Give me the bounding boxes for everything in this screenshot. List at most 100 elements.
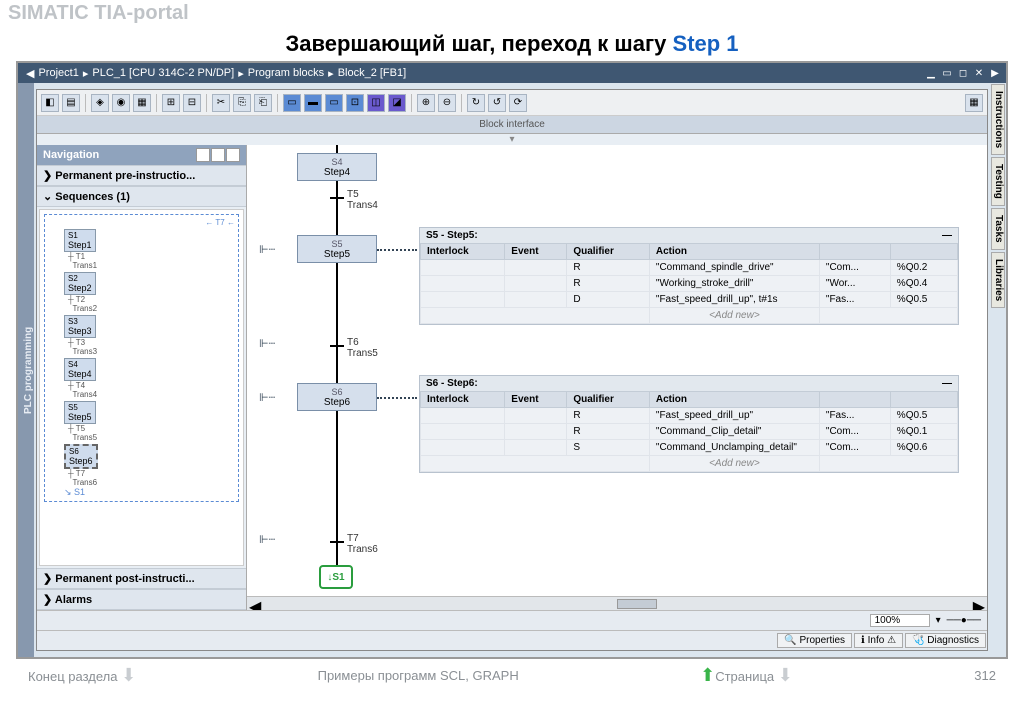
bc-1[interactable]: PLC_1 [CPU 314C-2 PN/DP] bbox=[92, 67, 234, 79]
step-s4[interactable]: S4Step4 bbox=[297, 153, 377, 181]
detail-s5: S5 - Step5:— InterlockEventQualifierActi… bbox=[419, 227, 959, 325]
nav-alarms[interactable]: ❯ Alarms bbox=[37, 589, 246, 610]
graph-area[interactable]: S4Step4 T5Trans4 S5Step5 ⊩┄ T6Trans5 bbox=[247, 145, 987, 610]
maximize-icon[interactable]: ◻ bbox=[956, 66, 970, 80]
bc-2[interactable]: Program blocks bbox=[248, 67, 324, 79]
right-arrow-icon[interactable]: ▶ bbox=[988, 66, 1002, 80]
bc-3[interactable]: Block_2 [FB1] bbox=[338, 67, 406, 79]
tb-icon[interactable]: ▭ bbox=[325, 94, 343, 112]
content-split: Navigation ⊕ ⊖ ⌄ ❯ Permanent pre-instruc… bbox=[37, 145, 987, 610]
zoom-menu-icon[interactable]: ⌄ bbox=[226, 148, 240, 162]
bc-0[interactable]: Project1 bbox=[38, 67, 78, 79]
tab-info[interactable]: ℹ Info ⚠ bbox=[854, 633, 903, 648]
tb-icon[interactable]: ▭ bbox=[283, 94, 301, 112]
zoom-out-icon[interactable]: ⊖ bbox=[211, 148, 225, 162]
tb-icon[interactable]: ⊟ bbox=[183, 94, 201, 112]
close-icon[interactable]: ✕ bbox=[972, 66, 986, 80]
footer-left: Конец раздела bbox=[28, 669, 117, 684]
jump-s1[interactable]: ↓S1 bbox=[319, 565, 353, 589]
step-s5[interactable]: S5Step5 bbox=[297, 235, 377, 263]
tb-icon[interactable]: ⊡ bbox=[346, 94, 364, 112]
step-s6[interactable]: S6Step6 bbox=[297, 383, 377, 411]
tb-icon[interactable]: ◫ bbox=[367, 94, 385, 112]
tab-properties[interactable]: 🔍 Properties bbox=[777, 633, 852, 648]
bc-left-arrow[interactable]: ◀ bbox=[26, 67, 34, 80]
trans-t7[interactable]: T7Trans6 bbox=[347, 533, 378, 555]
tb-icon[interactable]: ▦ bbox=[965, 94, 983, 112]
main-area: PLC programming ◧ ▤ ◈ ◉ ▦ ⊞ ⊟ ✂ ⎘ ⎗ ▭ ▬ … bbox=[18, 83, 1006, 657]
right-rail: Instructions Testing Tasks Libraries bbox=[990, 83, 1006, 657]
tab-tasks[interactable]: Tasks bbox=[991, 208, 1005, 250]
footer-center: Примеры программ SCL, GRAPH bbox=[318, 668, 519, 683]
tree-step[interactable]: S2Step2 bbox=[64, 272, 96, 295]
tb-icon[interactable]: ◧ bbox=[41, 94, 59, 112]
trans-t5[interactable]: T5Trans4 bbox=[347, 189, 378, 211]
minimize-icon[interactable]: ▁ bbox=[924, 66, 938, 80]
breadcrumb-bar: ◀ Project1▸ PLC_1 [CPU 314C-2 PN/DP]▸ Pr… bbox=[18, 63, 1006, 83]
nav-perm-pre[interactable]: ❯ Permanent pre-instructio... bbox=[37, 165, 246, 186]
branch-stub[interactable]: ⊩┄ bbox=[259, 243, 275, 256]
slide-title: Завершающий шаг, переход к шагу Step 1 bbox=[0, 27, 1024, 61]
tb-icon[interactable]: ⊕ bbox=[417, 94, 435, 112]
page-footer: Конец раздела ⬇ Примеры программ SCL, GR… bbox=[0, 659, 1024, 692]
block-interface[interactable]: Block interface bbox=[37, 116, 987, 134]
nav-title: Navigation bbox=[43, 149, 99, 161]
left-rail[interactable]: PLC programming bbox=[18, 83, 34, 657]
title-text: Завершающий шаг, переход к шагу bbox=[285, 31, 672, 56]
collapse-icon[interactable]: — bbox=[942, 378, 952, 389]
brand-label: SIMATIC TIA-portal bbox=[0, 0, 1024, 27]
h-scrollbar[interactable]: ◀ ▶ bbox=[247, 596, 987, 610]
tree-step[interactable]: S1Step1 bbox=[64, 229, 96, 252]
zoom-slider[interactable]: ──●── bbox=[947, 615, 981, 626]
detail-s6: S6 - Step6:— InterlockEventQualifierActi… bbox=[419, 375, 959, 473]
tb-icon[interactable]: ⟳ bbox=[509, 94, 527, 112]
tab-instructions[interactable]: Instructions bbox=[991, 84, 1005, 155]
tree-step[interactable]: S4Step4 bbox=[64, 358, 96, 381]
tab-libraries[interactable]: Libraries bbox=[991, 252, 1005, 308]
tb-icon[interactable]: ↻ bbox=[467, 94, 485, 112]
tb-icon[interactable]: ◪ bbox=[388, 94, 406, 112]
arrow-down-icon: ⬇ bbox=[121, 665, 136, 685]
branch-stub[interactable]: ⊩┄ bbox=[259, 337, 275, 350]
tree-step[interactable]: S3Step3 bbox=[64, 315, 96, 338]
nav-panel: Navigation ⊕ ⊖ ⌄ ❯ Permanent pre-instruc… bbox=[37, 145, 247, 610]
tb-icon[interactable]: ◉ bbox=[112, 94, 130, 112]
tree-step[interactable]: S5Step5 bbox=[64, 401, 96, 424]
d5-title: S5 - Step5: bbox=[426, 230, 478, 241]
branch-stub[interactable]: ⊩┄ bbox=[259, 391, 275, 404]
center-column: ◧ ▤ ◈ ◉ ▦ ⊞ ⊟ ✂ ⎘ ⎗ ▭ ▬ ▭ ⊡ ◫ ◪ bbox=[36, 89, 988, 651]
tb-icon[interactable]: ⊖ bbox=[438, 94, 456, 112]
tb-icon[interactable]: ▤ bbox=[62, 94, 80, 112]
tb-icon[interactable]: ◈ bbox=[91, 94, 109, 112]
footer-tabs: 🔍 Properties ℹ Info ⚠ 🩺 Diagnostics bbox=[37, 630, 987, 650]
tb-icon[interactable]: ⎘ bbox=[233, 94, 251, 112]
tree-step[interactable]: S6Step6 bbox=[64, 444, 98, 469]
collapse-icon[interactable]: — bbox=[942, 230, 952, 241]
restore-icon[interactable]: ▭ bbox=[940, 66, 954, 80]
zoom-in-icon[interactable]: ⊕ bbox=[196, 148, 210, 162]
nav-zoom: ⊕ ⊖ ⌄ bbox=[196, 148, 240, 162]
tb-icon[interactable]: ↺ bbox=[488, 94, 506, 112]
title-highlight: Step 1 bbox=[673, 31, 739, 56]
trans-t6[interactable]: T6Trans5 bbox=[347, 337, 378, 359]
branch-stub[interactable]: ⊩┄ bbox=[259, 533, 275, 546]
expand-handle-icon[interactable]: ▾ bbox=[37, 134, 987, 145]
tab-diagnostics[interactable]: 🩺 Diagnostics bbox=[905, 633, 986, 648]
page-number: 312 bbox=[974, 668, 996, 683]
zoom-dropdown-icon[interactable]: ▾ bbox=[936, 615, 941, 626]
toolbar: ◧ ▤ ◈ ◉ ▦ ⊞ ⊟ ✂ ⎘ ⎗ ▭ ▬ ▭ ⊡ ◫ ◪ bbox=[37, 90, 987, 116]
footer-right: Страница bbox=[715, 669, 774, 684]
tb-icon[interactable]: ✂ bbox=[212, 94, 230, 112]
nav-header: Navigation ⊕ ⊖ ⌄ bbox=[37, 145, 246, 165]
nav-sequences[interactable]: ⌄ Sequences (1) bbox=[37, 186, 246, 207]
zoom-value[interactable]: 100% bbox=[870, 614, 930, 627]
nav-perm-post[interactable]: ❯ Permanent post-instructi... bbox=[37, 568, 246, 589]
tb-icon[interactable]: ▬ bbox=[304, 94, 322, 112]
tb-icon[interactable]: ▦ bbox=[133, 94, 151, 112]
window-controls: ▁ ▭ ◻ ✕ ▶ bbox=[924, 66, 1002, 80]
tab-testing[interactable]: Testing bbox=[991, 157, 1005, 206]
app-frame: ◀ Project1▸ PLC_1 [CPU 314C-2 PN/DP]▸ Pr… bbox=[16, 61, 1008, 659]
nav-tree[interactable]: ← T7 ← S1Step1┼ T1 Trans1S2Step2┼ T2 Tra… bbox=[39, 209, 244, 566]
tb-icon[interactable]: ⎗ bbox=[254, 94, 272, 112]
tb-icon[interactable]: ⊞ bbox=[162, 94, 180, 112]
